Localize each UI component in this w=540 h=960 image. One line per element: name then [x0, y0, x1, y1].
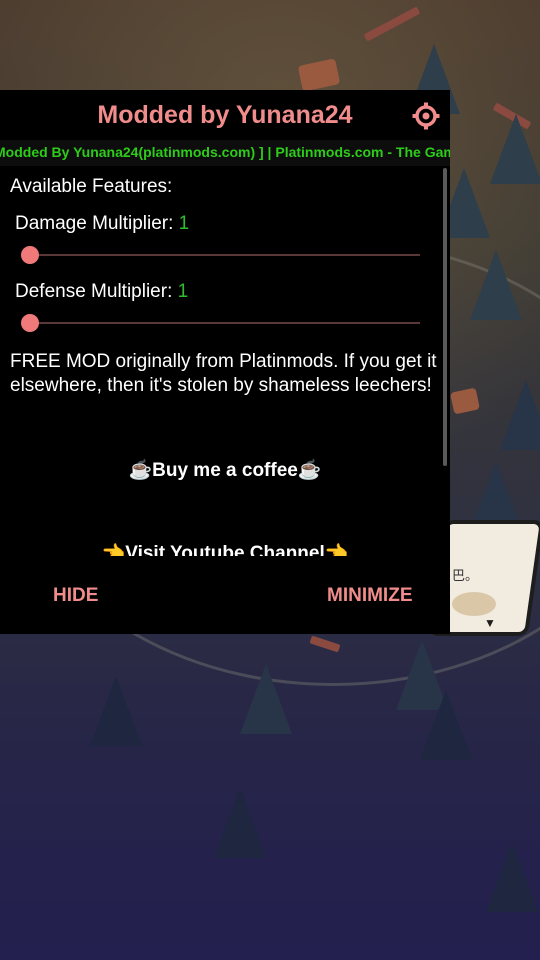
tree — [486, 842, 538, 912]
tree — [490, 114, 540, 184]
damage-multiplier-slider-thumb[interactable] — [21, 246, 39, 264]
tree — [470, 250, 522, 320]
marquee-text: Modded By Yunana24(platinmods.com) ] | P… — [0, 144, 450, 160]
defense-multiplier-label: Defense Multiplier: 1 — [15, 281, 188, 303]
chevron-down-icon[interactable]: ▼ — [484, 616, 496, 630]
tree — [90, 676, 142, 746]
settings-button[interactable] — [412, 102, 440, 130]
panel-title: Modded by Yunana24 — [97, 101, 353, 129]
tree — [420, 690, 472, 760]
defense-multiplier-value: 1 — [177, 281, 189, 302]
damage-multiplier-slider[interactable] — [30, 254, 420, 256]
hide-button[interactable]: HIDE — [53, 584, 98, 608]
speech-bubble-blob — [452, 592, 496, 616]
speech-bubble-text: 巴。 — [452, 568, 479, 583]
buy-coffee-button[interactable]: ☕Buy me a coffee☕ — [0, 458, 450, 482]
features-scroll-area[interactable]: Available Features: Damage Multiplier: 1… — [0, 166, 450, 556]
minimize-button[interactable]: MINIMIZE — [327, 584, 413, 608]
gear-icon — [412, 102, 440, 130]
scrollbar[interactable] — [443, 168, 447, 466]
tree — [500, 380, 540, 450]
features-heading: Available Features: — [10, 176, 173, 197]
mod-menu-panel: Modded by Yunana24 Modded By Yunana24(pl… — [0, 90, 450, 634]
youtube-channel-button[interactable]: 👈Visit Youtube Channel👈 — [0, 541, 450, 556]
tree — [240, 664, 292, 734]
tree — [214, 788, 266, 858]
defense-multiplier-slider-thumb[interactable] — [21, 314, 39, 332]
marquee-banner: Modded By Yunana24(platinmods.com) ] | P… — [0, 140, 450, 166]
defense-multiplier-slider[interactable] — [30, 322, 420, 324]
defense-multiplier-text: Defense Multiplier: — [15, 281, 178, 302]
damage-multiplier-value: 1 — [178, 213, 190, 234]
damage-multiplier-label: Damage Multiplier: 1 — [15, 213, 189, 235]
info-text: FREE MOD originally from Platinmods. If … — [10, 351, 437, 396]
damage-multiplier-text: Damage Multiplier: — [15, 213, 179, 234]
